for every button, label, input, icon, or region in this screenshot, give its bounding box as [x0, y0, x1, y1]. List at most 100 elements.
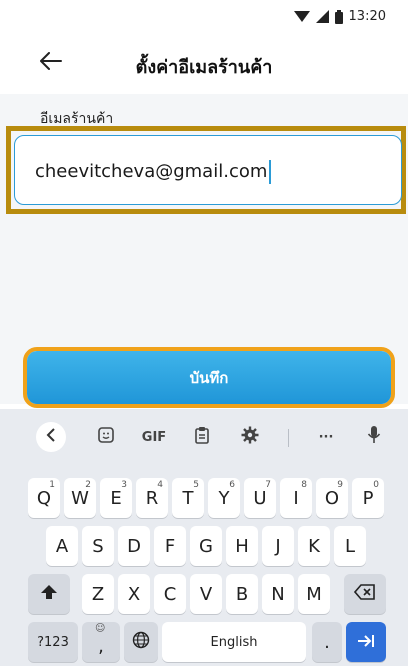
key-label: A — [55, 535, 69, 557]
clipboard-icon — [194, 426, 210, 448]
tab-arrow-icon — [357, 632, 375, 653]
shift-key[interactable] — [28, 574, 70, 614]
key-label: N — [271, 583, 285, 605]
app-bar: ตั้งค่าอีเมลร้านค้า — [0, 34, 408, 94]
key-label: I — [293, 487, 299, 509]
key-hint: 9 — [337, 480, 343, 490]
key-label: B — [235, 583, 249, 605]
page-title: ตั้งค่าอีเมลร้านค้า — [135, 57, 273, 78]
key-o[interactable]: O9 — [316, 478, 348, 518]
key-s[interactable]: S — [82, 526, 114, 566]
status-time: 13:20 — [348, 9, 386, 24]
key-b[interactable]: B — [226, 574, 258, 614]
gear-icon — [241, 426, 259, 448]
key-label: H — [235, 535, 249, 557]
save-button-label: บันทึก — [189, 368, 229, 387]
key-hint: 0 — [373, 480, 379, 490]
key-e[interactable]: E3 — [100, 478, 132, 518]
key-y[interactable]: Y6 — [208, 478, 240, 518]
key-f[interactable]: F — [154, 526, 186, 566]
email-field-value: cheevitcheva@gmail.com — [35, 160, 272, 184]
key-u[interactable]: U7 — [244, 478, 276, 518]
email-text: cheevitcheva@gmail.com — [35, 161, 268, 182]
toolbar-divider — [288, 429, 289, 447]
key-i[interactable]: I8 — [280, 478, 312, 518]
key-label: G — [199, 535, 213, 557]
clipboard-button[interactable] — [188, 425, 216, 449]
more-label: ··· — [318, 429, 334, 445]
key-hint: 8 — [301, 480, 307, 490]
backspace-key[interactable] — [344, 574, 386, 614]
key-q[interactable]: Q1 — [28, 478, 60, 518]
key-v[interactable]: V — [190, 574, 222, 614]
key-label: U — [253, 487, 267, 509]
key-label: T — [182, 487, 194, 509]
voice-input-button[interactable] — [360, 425, 388, 449]
symbols-label: ?123 — [37, 634, 69, 650]
key-label: M — [306, 583, 322, 605]
key-d[interactable]: D — [118, 526, 150, 566]
microphone-icon — [367, 425, 381, 449]
key-label: J — [275, 535, 281, 557]
key-r[interactable]: R4 — [136, 478, 168, 518]
status-bar: 13:20 — [0, 0, 408, 34]
key-label: X — [127, 583, 141, 605]
sticker-icon — [97, 426, 115, 448]
key-p[interactable]: P0 — [352, 478, 384, 518]
language-key[interactable] — [124, 622, 158, 662]
comma-key[interactable]: ☺ , — [82, 622, 120, 662]
period-key[interactable]: . — [312, 622, 342, 662]
symbols-key[interactable]: ?123 — [28, 622, 78, 662]
key-h[interactable]: H — [226, 526, 258, 566]
comma-label: , — [98, 635, 104, 657]
space-key[interactable]: English — [162, 622, 306, 662]
key-label: F — [164, 535, 176, 557]
period-label: . — [324, 631, 330, 653]
key-label: L — [344, 535, 356, 557]
key-label: D — [127, 535, 141, 557]
chevron-left-icon — [46, 428, 56, 446]
key-hint: 6 — [229, 480, 235, 490]
key-n[interactable]: N — [262, 574, 294, 614]
key-k[interactable]: K — [298, 526, 330, 566]
wifi-icon — [293, 10, 310, 23]
key-label: Y — [218, 487, 230, 509]
key-c[interactable]: C — [154, 574, 186, 614]
emoji-hint-icon: ☺ — [95, 623, 106, 634]
key-w[interactable]: W2 — [64, 478, 96, 518]
key-x[interactable]: X — [118, 574, 150, 614]
key-label: C — [163, 583, 177, 605]
key-label: E — [110, 487, 122, 509]
key-hint: 7 — [265, 480, 271, 490]
gif-button[interactable]: GIF — [138, 425, 170, 449]
enter-key[interactable] — [346, 622, 386, 662]
key-hint: 1 — [49, 480, 55, 490]
email-field[interactable]: cheevitcheva@gmail.com — [14, 135, 402, 205]
key-label: S — [92, 535, 104, 557]
signal-icon — [315, 10, 329, 23]
key-hint: 5 — [193, 480, 199, 490]
keyboard-toolbar: GIF ··· — [0, 417, 408, 457]
sticker-button[interactable] — [92, 425, 120, 449]
more-options-button[interactable]: ··· — [312, 425, 340, 449]
key-hint: 4 — [157, 480, 163, 490]
key-label: P — [362, 487, 374, 509]
key-z[interactable]: Z — [82, 574, 114, 614]
settings-button[interactable] — [236, 425, 264, 449]
key-hint: 2 — [85, 480, 91, 490]
key-m[interactable]: M — [298, 574, 330, 614]
keyboard-collapse-button[interactable] — [36, 422, 66, 452]
key-g[interactable]: G — [190, 526, 222, 566]
save-button[interactable]: บันทึก — [27, 351, 391, 404]
battery-icon — [334, 9, 343, 24]
shift-icon — [40, 584, 58, 605]
key-l[interactable]: L — [334, 526, 366, 566]
key-j[interactable]: J — [262, 526, 294, 566]
globe-icon — [132, 631, 150, 654]
backspace-icon — [353, 583, 376, 605]
soft-keyboard: GIF ··· Q1W2E3R4T5Y6U7I8O9P0 ASDFGHJKL Z… — [0, 409, 408, 666]
key-t[interactable]: T5 — [172, 478, 204, 518]
key-a[interactable]: A — [46, 526, 78, 566]
key-label: Z — [91, 583, 105, 605]
key-label: Q — [36, 487, 52, 509]
